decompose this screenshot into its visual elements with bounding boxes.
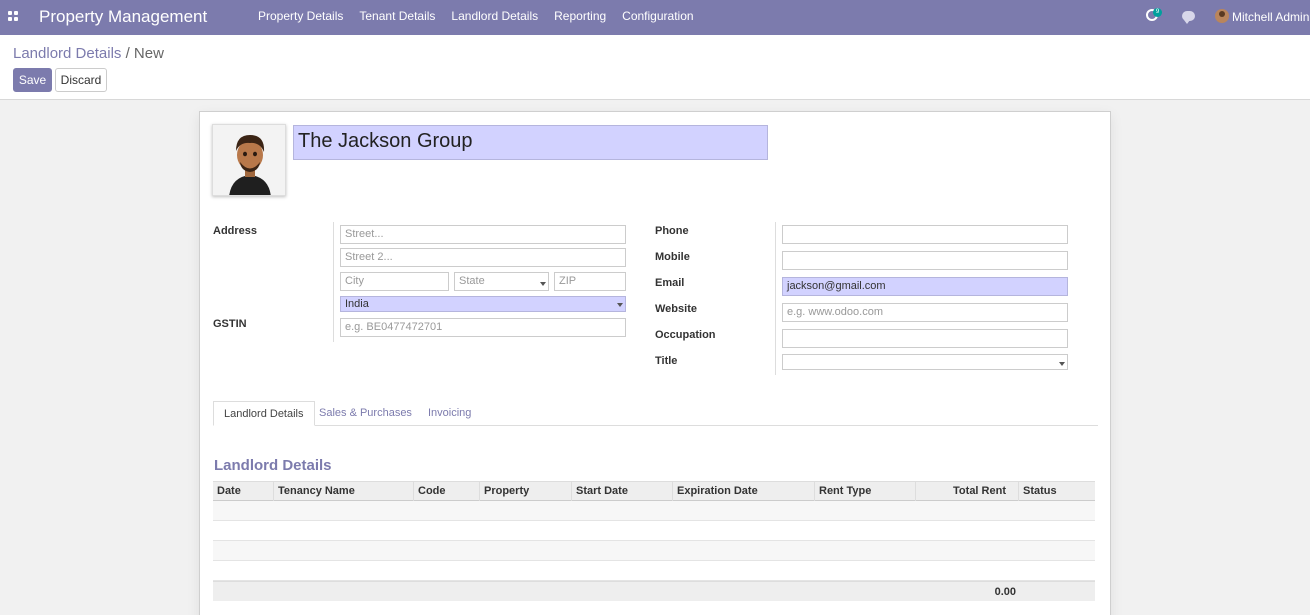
table-row	[213, 541, 1095, 561]
app-brand[interactable]: Property Management	[39, 7, 207, 27]
occupation-label: Occupation	[655, 329, 716, 341]
website-label: Website	[655, 303, 697, 315]
title-label: Title	[655, 355, 678, 367]
total-rent-sum: 0.00	[994, 586, 1016, 598]
email-input[interactable]: jackson@gmail.com	[782, 277, 1068, 296]
user-name-label: Mitchell Admin	[1232, 10, 1310, 24]
breadcrumb: Landlord Details / New	[13, 45, 164, 62]
column-status[interactable]: Status	[1018, 482, 1095, 501]
website-input[interactable]: e.g. www.odoo.com	[782, 303, 1068, 322]
column-total-rent[interactable]: Total Rent	[915, 482, 1018, 501]
landlord-details-table: Date Tenancy Name Code Property Start Da…	[213, 481, 1095, 601]
tab-landlord-details[interactable]: Landlord Details	[213, 401, 315, 426]
apps-menu-icon[interactable]	[8, 11, 18, 21]
column-code[interactable]: Code	[413, 482, 479, 501]
table-header: Date Tenancy Name Code Property Start Da…	[213, 481, 1095, 501]
column-property[interactable]: Property	[479, 482, 571, 501]
main-menu: Property Details Tenant Details Landlord…	[250, 0, 702, 35]
user-avatar[interactable]	[1215, 9, 1229, 23]
column-rent-type[interactable]: Rent Type	[814, 482, 915, 501]
tab-invoicing[interactable]: Invoicing	[418, 401, 481, 426]
phone-input[interactable]	[782, 225, 1068, 244]
menu-item-configuration[interactable]: Configuration	[614, 0, 701, 35]
user-menu[interactable]: Mitchell Admin ▾	[1232, 10, 1310, 24]
gstin-input[interactable]: e.g. BE0477472701	[340, 318, 626, 337]
phone-label: Phone	[655, 225, 689, 237]
partner-name-input[interactable]: The Jackson Group	[293, 125, 768, 160]
menu-item-landlord-details[interactable]: Landlord Details	[443, 0, 546, 35]
partner-image[interactable]	[212, 124, 286, 196]
table-footer: 0.00	[213, 581, 1095, 601]
street-input[interactable]: Street...	[340, 225, 626, 244]
mobile-label: Mobile	[655, 251, 690, 263]
occupation-input[interactable]	[782, 329, 1068, 348]
tab-sales-purchases[interactable]: Sales & Purchases	[309, 401, 422, 426]
state-chevron-down-icon	[540, 282, 546, 286]
table-row	[213, 561, 1095, 581]
chat-icon[interactable]	[1182, 11, 1195, 24]
left-group-divider	[333, 222, 334, 342]
column-start-date[interactable]: Start Date	[571, 482, 672, 501]
section-title: Landlord Details	[214, 457, 332, 474]
column-tenancy-name[interactable]: Tenancy Name	[273, 482, 413, 501]
address-label: Address	[213, 225, 258, 237]
form-sheet: The Jackson Group Address GSTIN Street..…	[199, 111, 1111, 615]
menu-item-tenant-details[interactable]: Tenant Details	[351, 0, 443, 35]
right-group-divider	[775, 222, 776, 375]
mobile-input[interactable]	[782, 251, 1068, 270]
control-panel: Landlord Details / New Save Discard	[0, 35, 1310, 100]
breadcrumb-parent[interactable]: Landlord Details	[13, 45, 121, 62]
breadcrumb-current: New	[133, 45, 164, 62]
title-select[interactable]	[782, 354, 1068, 370]
country-select[interactable]: India	[340, 296, 626, 312]
table-row	[213, 521, 1095, 541]
discard-button[interactable]: Discard	[55, 68, 107, 92]
column-date[interactable]: Date	[213, 482, 273, 501]
menu-item-reporting[interactable]: Reporting	[546, 0, 614, 35]
email-label: Email	[655, 277, 685, 289]
top-navbar: Property Management Property Details Ten…	[0, 0, 1310, 35]
person-avatar-icon	[213, 125, 285, 195]
breadcrumb-separator: /	[125, 45, 130, 62]
country-chevron-down-icon	[617, 303, 623, 307]
gstin-label: GSTIN	[213, 318, 247, 330]
state-select[interactable]: State	[454, 272, 549, 291]
city-input[interactable]: City	[340, 272, 449, 291]
title-chevron-down-icon	[1059, 362, 1065, 366]
table-row	[213, 501, 1095, 521]
menu-item-property-details[interactable]: Property Details	[250, 0, 351, 35]
column-expiration-date[interactable]: Expiration Date	[672, 482, 814, 501]
save-button[interactable]: Save	[13, 68, 52, 92]
activity-count-badge: 9	[1153, 8, 1162, 17]
street2-input[interactable]: Street 2...	[340, 248, 626, 267]
zip-input[interactable]: ZIP	[554, 272, 626, 291]
